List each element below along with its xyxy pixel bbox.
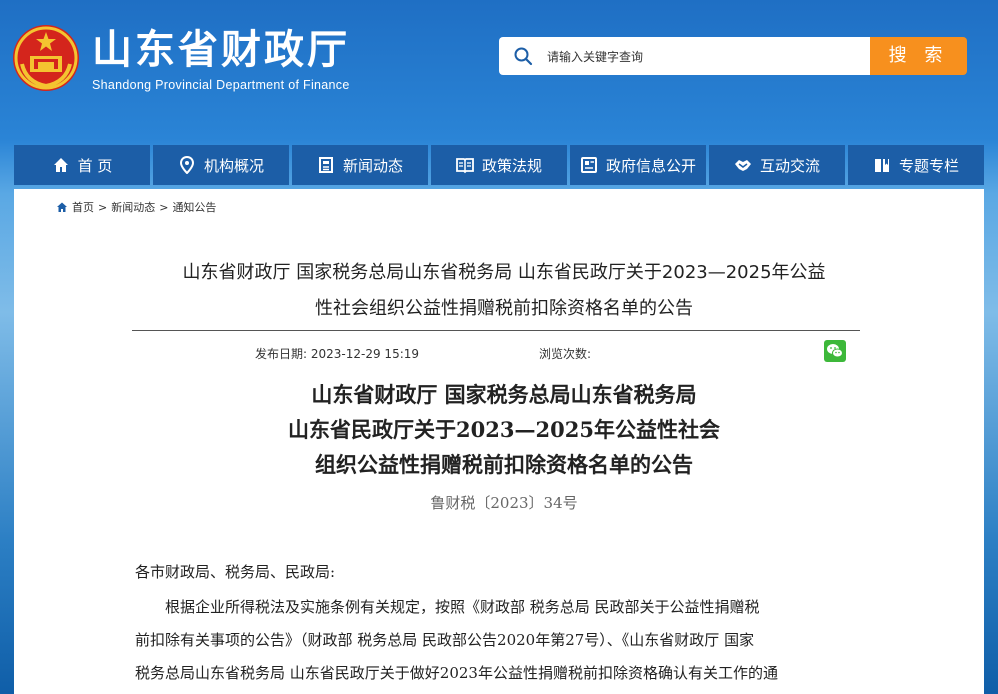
- publish-date-label: 发布日期:: [255, 347, 308, 361]
- nav-item-home[interactable]: 首 页: [14, 145, 150, 185]
- nav-item-about[interactable]: 机构概况: [153, 145, 289, 185]
- article-panel: 首页 > 新闻动态 > 通知公告 山东省财政厅 国家税务总局山东省税务局 山东省民政厅关…: [14, 189, 984, 694]
- document-icon: [580, 157, 597, 173]
- nav-item-label: 新闻动态: [342, 156, 403, 175]
- body-paragraph-line: 根据企业所得税法及实施条例有关规定，按照《财政部 税务总局 民政部关于公益性捐赠…: [165, 598, 760, 616]
- salutation: 各市财政局、税务局、民政局:: [135, 563, 336, 581]
- search-box: [499, 37, 871, 77]
- nav-item-label: 政府信息公开: [605, 156, 696, 175]
- title-divider: [132, 330, 860, 331]
- nav-item-policy[interactable]: 政策法规: [431, 145, 567, 185]
- nav-item-gov-info[interactable]: 政府信息公开: [570, 145, 706, 185]
- breadcrumb-separator: >: [98, 200, 108, 214]
- bookmark-book-icon: [874, 159, 889, 172]
- search-icon: [514, 47, 533, 66]
- body-paragraph-line: 税务总局山东省税务局 山东省民政厅关于做好2023年公益性捐赠税前扣除资格确认有…: [135, 664, 778, 682]
- breadcrumb-home[interactable]: 首页: [72, 199, 94, 215]
- publish-date: 发布日期: 2023-12-29 15:19: [255, 345, 419, 362]
- site-subtitle: Shandong Provincial Department of Financ…: [92, 78, 350, 92]
- main-nav: 首 页 机构概况 新闻动态 政策法规 政府信息公开 互动交流 专题专栏: [14, 145, 984, 185]
- handshake-icon: [734, 160, 751, 171]
- nav-item-label: 政策法规: [481, 156, 542, 175]
- nav-item-label: 专题专栏: [898, 156, 959, 175]
- document-title: 山东省财政厅 国家税务总局山东省税务局 山东省民政厅关于2023—2025年公益…: [134, 377, 874, 482]
- location-pin-icon: [179, 156, 194, 174]
- document-number: 鲁财税〔2023〕34号: [430, 494, 578, 512]
- national-emblem-icon: [13, 25, 79, 91]
- article-title: 山东省财政厅 国家税务总局山东省税务局 山东省民政厅关于2023—2025年公益…: [134, 255, 874, 327]
- document-title-line: 组织公益性捐赠税前扣除资格名单的公告: [315, 452, 693, 477]
- nav-item-label: 首 页: [77, 156, 113, 175]
- book-icon: [456, 158, 474, 174]
- site-header: 山东省财政厅 Shandong Provincial Department of…: [0, 0, 998, 145]
- search-button[interactable]: 搜 索: [870, 37, 967, 75]
- breadcrumb-current[interactable]: 通知公告: [172, 199, 216, 215]
- newspaper-icon: [318, 157, 333, 173]
- view-count-label: 浏览次数:: [539, 347, 592, 361]
- article-title-line: 性社会组织公益性捐赠税前扣除资格名单的公告: [315, 298, 693, 319]
- home-icon: [57, 202, 67, 212]
- breadcrumb: 首页 > 新闻动态 > 通知公告: [56, 199, 216, 215]
- nav-item-topics[interactable]: 专题专栏: [848, 145, 984, 185]
- article-title-line: 山东省财政厅 国家税务总局山东省税务局 山东省民政厅关于2023—2025年公益: [182, 262, 826, 283]
- search-input[interactable]: [545, 37, 859, 77]
- publish-date-value: 2023-12-29 15:19: [310, 347, 420, 361]
- home-icon: [53, 158, 68, 172]
- nav-item-interaction[interactable]: 互动交流: [709, 145, 845, 185]
- body-paragraph-line: 前扣除有关事项的公告》（财政部 税务总局 民政部公告2020年第27号）、《山东…: [135, 631, 755, 649]
- view-count: 浏览次数:: [539, 345, 591, 362]
- site-title: 山东省财政厅: [92, 27, 350, 73]
- nav-item-news[interactable]: 新闻动态: [292, 145, 428, 185]
- nav-item-label: 机构概况: [203, 156, 264, 175]
- wechat-share-icon[interactable]: [824, 340, 846, 362]
- document-title-line: 山东省财政厅 国家税务总局山东省税务局: [311, 382, 697, 407]
- breadcrumb-separator: >: [159, 200, 169, 214]
- breadcrumb-section[interactable]: 新闻动态: [111, 199, 155, 215]
- nav-item-label: 互动交流: [759, 156, 820, 175]
- document-title-line: 山东省民政厅关于2023—2025年公益性社会: [288, 417, 720, 442]
